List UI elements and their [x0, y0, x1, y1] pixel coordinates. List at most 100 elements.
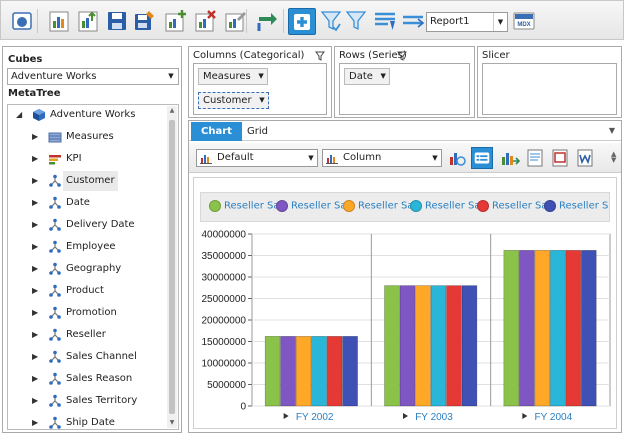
expand-arrow-icon[interactable]: ▶: [32, 347, 42, 367]
switch-button[interactable]: [401, 9, 425, 33]
legend-item[interactable]: Reseller Sa: [276, 200, 347, 216]
tabs-menu-chevron-icon[interactable]: ▼: [609, 126, 615, 135]
sort-button[interactable]: [373, 9, 397, 33]
chart-panel: Chart Grid ▼ Default ▼ Column ▼ ▲ ▼ Rese…: [188, 120, 622, 433]
legend-item[interactable]: Reseller Sa: [343, 200, 414, 216]
scroll-up-icon[interactable]: ▲: [167, 106, 177, 116]
cube-select-value: Adventure Works: [11, 71, 97, 82]
bar: [581, 250, 597, 407]
add-calculation-button[interactable]: [288, 8, 316, 35]
expand-arrow-icon[interactable]: ▶: [32, 215, 42, 235]
filter-clear-button[interactable]: [344, 9, 368, 33]
scrollbar-thumb[interactable]: [169, 120, 175, 414]
scroll-down-icon[interactable]: ▼: [167, 418, 177, 428]
cube-select[interactable]: Adventure Works ▼: [7, 68, 179, 85]
slicer-panel: Slicer: [477, 46, 622, 118]
save-button[interactable]: [105, 9, 129, 33]
bar: [342, 336, 358, 407]
toolbar-overflow-icon[interactable]: ▲ ▼: [611, 151, 616, 164]
mdx-label: MDX: [517, 22, 530, 28]
legend-swatch: [477, 200, 489, 212]
chart-style-select[interactable]: Default ▼: [196, 149, 318, 167]
chart-3d-button[interactable]: [446, 147, 468, 169]
export-chart-button[interactable]: [499, 147, 521, 169]
expand-arrow-icon[interactable]: ▶: [32, 369, 42, 389]
rows-chip-date[interactable]: Date ▼: [344, 68, 390, 85]
columns-chip-measures[interactable]: Measures ▼: [198, 68, 268, 85]
toolbar-separator: [37, 9, 38, 33]
expand-arrow-icon[interactable]: ▶: [32, 237, 42, 257]
legend-toggle-button[interactable]: [471, 147, 493, 169]
expand-arrow-icon[interactable]: ▶: [32, 413, 42, 429]
expand-arrow-icon[interactable]: ◢: [16, 105, 26, 125]
columns-panel: Columns (Categorical) Measures ▼ Customer…: [188, 46, 332, 118]
expand-arrow-icon[interactable]: ▶: [32, 391, 42, 411]
tree-item-label: Geography: [66, 263, 122, 274]
columns-chip-customer[interactable]: Customer ▼: [198, 92, 269, 109]
legend-icon: [474, 152, 490, 164]
cube-icon: [33, 109, 45, 121]
filter-icon: [320, 11, 342, 32]
bar: [326, 336, 343, 407]
tree-item-label: Measures: [66, 131, 114, 142]
filter-button[interactable]: [319, 9, 343, 33]
expand-arrow-icon[interactable]: ▶: [32, 193, 42, 213]
y-tick-label: 0: [240, 402, 246, 413]
tree-item-label: Sales Territory: [66, 395, 138, 406]
bar: [446, 285, 462, 407]
y-tick-label: 30000000: [202, 273, 247, 284]
swap-axes-button[interactable]: [255, 9, 279, 33]
tree-scrollbar[interactable]: ▲ ▼: [167, 106, 177, 428]
bar: [384, 285, 400, 407]
y-tick-label: 35000000: [202, 251, 247, 262]
columns-drop-area[interactable]: Measures ▼ Customer ▼: [193, 63, 327, 115]
rename-report-button[interactable]: [223, 9, 247, 33]
legend-label: Reseller Sa: [358, 200, 414, 212]
filter-icon[interactable]: [397, 51, 407, 61]
expand-arrow-icon[interactable]: ▶: [32, 303, 42, 323]
chart-type-value: Column: [343, 152, 382, 163]
connect-button[interactable]: [10, 9, 34, 33]
chart-area: Reseller Sa Reseller Sa Reseller Sa Reselle…: [193, 177, 617, 429]
legend-item[interactable]: Reseller Sa: [544, 200, 609, 216]
dimension-icon: [49, 284, 61, 297]
report-button[interactable]: [47, 9, 71, 33]
legend-swatch: [544, 200, 556, 212]
expand-category-icon: [403, 413, 408, 419]
report-up-button[interactable]: [76, 9, 100, 33]
column-chart-icon: [326, 155, 338, 164]
tree-item-label: Sales Channel: [66, 351, 137, 362]
chevron-down-icon: ▼: [259, 96, 265, 104]
bar: [415, 285, 431, 407]
legend-item[interactable]: Reseller Sa: [410, 200, 481, 216]
expand-arrow-icon[interactable]: ▶: [32, 127, 42, 147]
legend-item[interactable]: Reseller Sa: [477, 200, 548, 216]
print-button[interactable]: [524, 147, 546, 169]
rows-drop-area[interactable]: Date ▼: [339, 63, 470, 115]
dimension-icon: [49, 350, 61, 363]
expand-arrow-icon[interactable]: ▶: [32, 171, 42, 191]
filter-icon[interactable]: [315, 51, 325, 61]
mdx-icon: MDX: [513, 12, 535, 30]
add-calculation-icon: [294, 14, 310, 30]
expand-arrow-icon[interactable]: ▶: [32, 281, 42, 301]
report-select[interactable]: Report1 ▼: [426, 12, 508, 32]
delete-report-button[interactable]: [193, 9, 217, 33]
tab-grid[interactable]: Grid: [237, 122, 278, 141]
chart-type-select[interactable]: Column ▼: [322, 149, 442, 167]
expand-arrow-icon[interactable]: ▶: [32, 325, 42, 345]
legend-swatch: [276, 200, 288, 212]
legend-item[interactable]: Reseller Sa: [209, 200, 280, 216]
slicer-drop-area[interactable]: [482, 63, 617, 115]
expand-arrow-icon[interactable]: ▶: [32, 149, 42, 169]
export-word-button[interactable]: [574, 147, 596, 169]
export-pdf-button[interactable]: [549, 147, 571, 169]
tab-chart[interactable]: Chart: [191, 122, 242, 141]
chevron-down-icon: ▼: [168, 72, 174, 80]
expand-arrow-icon[interactable]: ▶: [32, 259, 42, 279]
save-as-button[interactable]: [132, 9, 156, 33]
bar: [461, 285, 478, 407]
add-report-button[interactable]: [163, 9, 187, 33]
bar: [550, 250, 566, 407]
mdx-button[interactable]: MDX: [512, 9, 536, 33]
